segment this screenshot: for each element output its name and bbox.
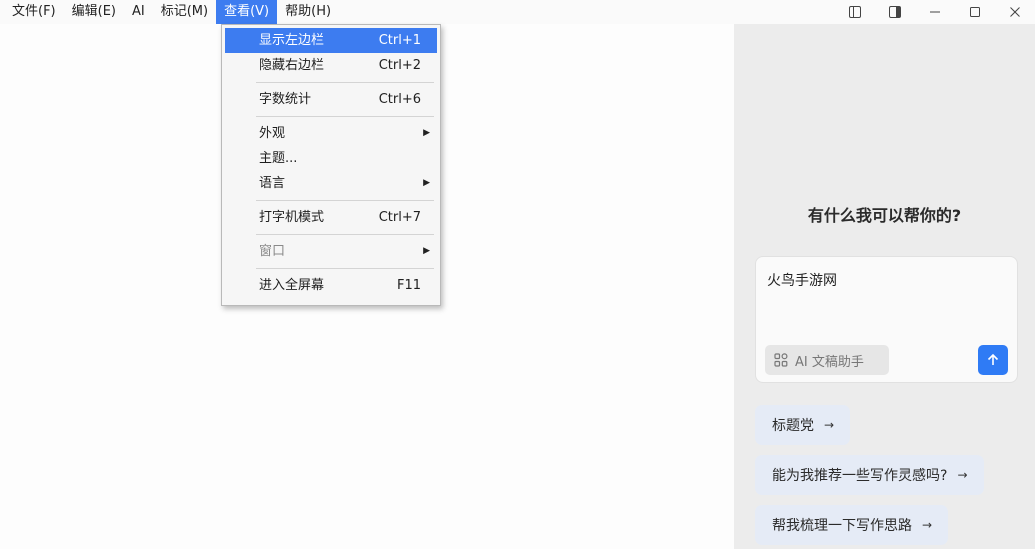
menu-separator: [256, 200, 434, 201]
ai-writing-assistant-label: AI 文稿助手: [795, 354, 864, 370]
ai-writing-assistant-button[interactable]: AI 文稿助手: [765, 345, 889, 375]
toggle-right-sidebar-icon[interactable]: [875, 0, 915, 24]
menu-file[interactable]: 文件(F): [0, 0, 64, 24]
menu-item-shortcut: Ctrl+1: [378, 33, 421, 48]
menu-item-label: 显示左边栏: [259, 33, 325, 48]
menu-item-label: 打字机模式: [259, 210, 325, 225]
menu-mark[interactable]: 标记(M): [153, 0, 216, 24]
menu-item-shortcut: Ctrl+2: [378, 58, 421, 73]
suggestion-label: 能为我推荐一些写作灵感吗?: [772, 468, 948, 484]
submenu-arrow-icon: ▶: [423, 128, 430, 138]
submenu-arrow-icon: ▶: [423, 178, 430, 188]
close-icon[interactable]: [995, 0, 1035, 24]
menu-item-language[interactable]: 语言 ▶: [225, 171, 437, 196]
menu-item-shortcut: Ctrl+7: [378, 210, 421, 225]
menu-item-shortcut: F11: [396, 278, 421, 293]
arrow-right-icon: →: [957, 468, 968, 482]
menu-item-fullscreen[interactable]: 进入全屏幕 F11: [225, 273, 437, 298]
menu-item-show-left-sidebar[interactable]: 显示左边栏 Ctrl+1: [225, 28, 437, 53]
menu-item-theme[interactable]: 主题...: [225, 146, 437, 171]
ai-assistant-panel: 有什么我可以帮你的? 火鸟手游网 AI 文稿助手 标题党 → 能为我推荐一些写作…: [734, 24, 1035, 549]
menu-edit[interactable]: 编辑(E): [64, 0, 124, 24]
menu-item-typewriter-mode[interactable]: 打字机模式 Ctrl+7: [225, 205, 437, 230]
suggestion-button[interactable]: 帮我梳理一下写作思路 →: [755, 505, 949, 545]
menu-item-label: 主题...: [259, 151, 298, 166]
suggestion-button[interactable]: 标题党 →: [755, 405, 851, 445]
menu-item-appearance[interactable]: 外观 ▶: [225, 121, 437, 146]
menu-item-label: 外观: [259, 126, 286, 141]
menu-ai[interactable]: AI: [124, 0, 153, 24]
menu-item-label: 进入全屏幕: [259, 278, 325, 293]
arrow-up-icon: [987, 353, 999, 365]
menu-item-label: 窗口: [259, 244, 286, 259]
minimize-icon[interactable]: [915, 0, 955, 24]
menu-separator: [256, 268, 434, 269]
chat-input[interactable]: 火鸟手游网: [767, 270, 837, 290]
suggestion-label: 帮我梳理一下写作思路: [772, 518, 912, 534]
menu-item-label: 语言: [259, 176, 286, 191]
menu-help[interactable]: 帮助(H): [277, 0, 339, 24]
menu-separator: [256, 82, 434, 83]
apps-icon: [774, 353, 788, 367]
panel-title: 有什么我可以帮你的?: [807, 206, 962, 225]
menu-item-window[interactable]: 窗口 ▶: [225, 239, 437, 264]
menu-item-label: 隐藏右边栏: [259, 58, 325, 73]
menu-item-label: 字数统计: [259, 92, 312, 107]
arrow-right-icon: →: [922, 518, 933, 532]
send-button[interactable]: [978, 345, 1008, 375]
window-controls: [835, 0, 1035, 24]
suggestion-button[interactable]: 能为我推荐一些写作灵感吗? →: [755, 455, 984, 495]
menu-item-hide-right-sidebar[interactable]: 隐藏右边栏 Ctrl+2: [225, 53, 437, 78]
menu-bar: 文件(F) 编辑(E) AI 标记(M) 查看(V) 帮助(H): [0, 0, 1035, 24]
menu-item-shortcut: Ctrl+6: [378, 92, 421, 107]
view-menu-dropdown: 显示左边栏 Ctrl+1 隐藏右边栏 Ctrl+2 字数统计 Ctrl+6 外观…: [221, 24, 441, 306]
menu-view[interactable]: 查看(V): [216, 0, 278, 24]
arrow-right-icon: →: [824, 418, 835, 432]
chat-input-box[interactable]: 火鸟手游网 AI 文稿助手: [755, 256, 1018, 383]
toggle-left-sidebar-icon[interactable]: [835, 0, 875, 24]
submenu-arrow-icon: ▶: [423, 246, 430, 256]
menu-item-word-count[interactable]: 字数统计 Ctrl+6: [225, 87, 437, 112]
suggestion-label: 标题党: [772, 418, 814, 434]
maximize-icon[interactable]: [955, 0, 995, 24]
menu-separator: [256, 116, 434, 117]
menu-separator: [256, 234, 434, 235]
